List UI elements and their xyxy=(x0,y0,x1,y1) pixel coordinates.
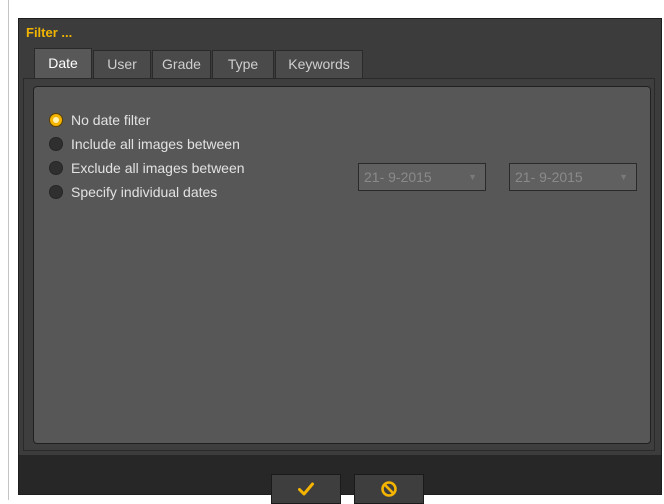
radio-label: Exclude all images between xyxy=(71,160,245,176)
tab-grade[interactable]: Grade xyxy=(152,50,211,78)
to-date-value: 21- 9-2015 xyxy=(515,169,583,185)
cancel-icon xyxy=(381,481,397,497)
window-edge xyxy=(8,0,9,500)
tab-date[interactable]: Date xyxy=(34,48,92,79)
radio-label: Specify individual dates xyxy=(71,184,218,200)
dropdown-arrow-icon: ▼ xyxy=(468,172,477,182)
tab-keywords[interactable]: Keywords xyxy=(275,50,363,78)
from-date-picker[interactable]: 21- 9-2015 ▼ xyxy=(358,163,486,191)
tab-type[interactable]: Type xyxy=(212,50,274,78)
radio-checked-icon xyxy=(49,113,63,127)
checkmark-icon xyxy=(298,482,314,496)
from-date-value: 21- 9-2015 xyxy=(364,169,432,185)
radio-label: Include all images between xyxy=(71,136,240,152)
radio-unchecked-icon xyxy=(49,137,63,151)
tab-user[interactable]: User xyxy=(93,50,151,78)
dropdown-arrow-icon: ▼ xyxy=(619,172,628,182)
to-date-picker[interactable]: 21- 9-2015 ▼ xyxy=(509,163,637,191)
filter-dialog: Filter ... Date User Grade Type Keywords… xyxy=(18,18,662,504)
radio-unchecked-icon xyxy=(49,185,63,199)
dialog-title: Filter ... xyxy=(26,25,73,40)
radio-unchecked-icon xyxy=(49,161,63,175)
radio-label: No date filter xyxy=(71,112,151,128)
